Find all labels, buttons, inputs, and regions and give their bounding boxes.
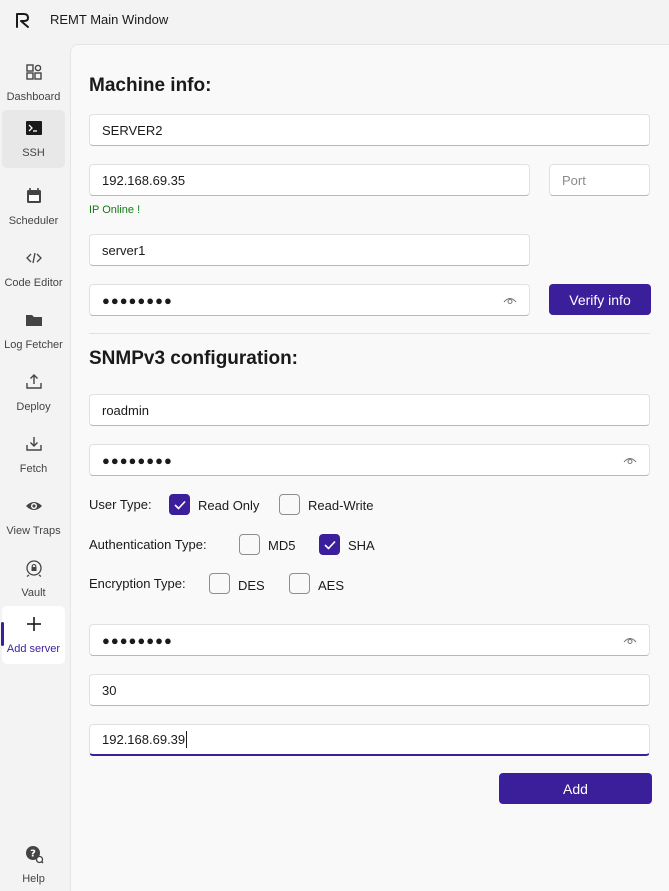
code-icon xyxy=(25,252,42,264)
ssh-password-field[interactable]: ●●●●●●●● xyxy=(89,284,530,316)
nav-scheduler[interactable]: Scheduler xyxy=(2,178,65,236)
snmp-auth-password-field[interactable]: ●●●●●●●● xyxy=(89,444,650,476)
read-write-label: Read-Write xyxy=(308,498,374,513)
md5-label: MD5 xyxy=(268,538,296,553)
app-logo-icon xyxy=(16,13,29,28)
port-field[interactable]: Port xyxy=(549,164,650,196)
dashboard-icon xyxy=(25,64,42,80)
eye-icon xyxy=(25,502,42,510)
folder-icon xyxy=(25,315,42,326)
nav-help[interactable]: ? Help xyxy=(2,836,65,891)
machine-name-field[interactable]: SERVER2 xyxy=(89,114,650,146)
sidebar: Dashboard SSH Scheduler Code Editor Log … xyxy=(0,40,70,891)
window-title: REMT Main Window xyxy=(50,12,169,27)
svg-text:?: ? xyxy=(30,849,36,860)
nav-add-server[interactable]: Add server xyxy=(1,606,65,664)
machine-info-heading: Machine info: xyxy=(89,75,212,96)
reveal-password-icon[interactable] xyxy=(503,295,517,305)
snmp-auth-password-dots: ●●●●●●●● xyxy=(102,452,173,468)
title-bar: REMT Main Window xyxy=(0,0,669,40)
ip-status-text: IP Online ! xyxy=(89,204,141,216)
text-caret xyxy=(186,731,188,748)
interval-value: 30 xyxy=(102,682,117,698)
auth-type-label: Authentication Type: xyxy=(89,537,207,552)
checkmark-icon xyxy=(324,540,336,550)
read-write-checkbox[interactable] xyxy=(279,494,300,515)
snmp-priv-password-dots: ●●●●●●●● xyxy=(102,632,173,648)
read-only-label: Read Only xyxy=(198,498,260,513)
reveal-password-icon[interactable] xyxy=(623,455,637,465)
port-placeholder: Port xyxy=(562,172,586,188)
sha-checkbox[interactable] xyxy=(319,534,340,555)
plus-icon xyxy=(26,617,41,631)
nav-dashboard[interactable]: Dashboard xyxy=(2,54,65,112)
nav-fetch[interactable]: Fetch xyxy=(2,426,65,484)
nav-label: Deploy xyxy=(16,401,51,413)
sha-label: SHA xyxy=(348,538,375,553)
nav-label: Vault xyxy=(21,587,46,599)
trap-ip-value: 192.168.69.39 xyxy=(102,732,186,747)
read-only-checkbox[interactable] xyxy=(169,494,190,515)
snmp-username-value: roadmin xyxy=(102,402,149,418)
md5-checkbox[interactable] xyxy=(239,534,260,555)
des-label: DES xyxy=(238,578,265,593)
vault-icon xyxy=(25,560,42,577)
user-type-label: User Type: xyxy=(89,497,152,512)
nav-view-traps[interactable]: View Traps xyxy=(2,488,65,546)
machine-name-value: SERVER2 xyxy=(102,122,163,138)
section-divider xyxy=(89,333,650,334)
aes-label: AES xyxy=(318,578,345,593)
trap-ip-field[interactable]: 192.168.69.39 xyxy=(89,724,650,756)
nav-label: Log Fetcher xyxy=(4,339,63,351)
nav-ssh[interactable]: SSH xyxy=(2,110,65,168)
snmp-username-field[interactable]: roadmin xyxy=(89,394,650,426)
nav-label: Add server xyxy=(6,643,61,655)
snmp-heading: SNMPv3 configuration: xyxy=(89,348,299,369)
nav-log-fetcher[interactable]: Log Fetcher xyxy=(2,302,65,360)
nav-code-editor[interactable]: Code Editor xyxy=(2,240,65,298)
calendar-icon xyxy=(26,188,41,203)
interval-field[interactable]: 30 xyxy=(89,674,650,706)
snmp-priv-password-field[interactable]: ●●●●●●●● xyxy=(89,624,650,656)
nav-label: Dashboard xyxy=(6,91,61,103)
nav-label: Scheduler xyxy=(8,215,59,227)
ssh-username-field[interactable]: server1 xyxy=(89,234,530,266)
nav-label: Code Editor xyxy=(4,277,63,289)
ssh-password-dots: ●●●●●●●● xyxy=(102,292,173,308)
nav-deploy[interactable]: Deploy xyxy=(2,364,65,422)
nav-vault[interactable]: Vault xyxy=(2,550,65,608)
download-icon xyxy=(25,437,42,451)
add-server-button[interactable]: Add xyxy=(499,773,652,804)
nav-label: Fetch xyxy=(19,463,48,475)
checkmark-icon xyxy=(174,500,186,510)
ssh-username-value: server1 xyxy=(102,242,146,258)
enc-type-label: Encryption Type: xyxy=(89,576,186,591)
ip-address-value: 192.168.69.35 xyxy=(102,172,186,188)
reveal-password-icon[interactable] xyxy=(623,635,637,645)
aes-checkbox[interactable] xyxy=(289,573,310,594)
nav-label: Help xyxy=(22,873,45,885)
ip-address-field[interactable]: 192.168.69.35 xyxy=(89,164,530,196)
des-checkbox[interactable] xyxy=(209,573,230,594)
upload-icon xyxy=(25,374,42,389)
help-icon: ? xyxy=(25,846,43,864)
nav-label: SSH xyxy=(22,147,45,159)
terminal-icon xyxy=(25,121,42,135)
nav-label: View Traps xyxy=(6,525,61,537)
verify-info-button[interactable]: Verify info xyxy=(549,284,651,315)
